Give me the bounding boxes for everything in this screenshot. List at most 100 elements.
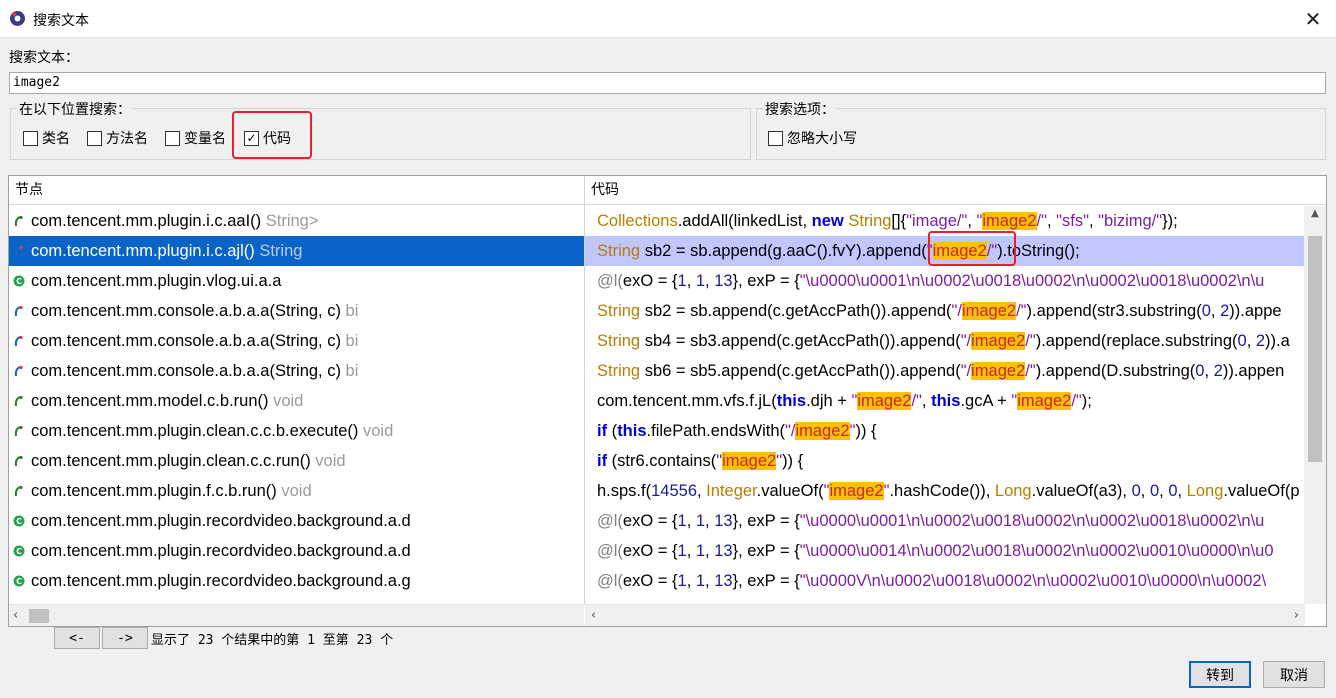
table-row[interactable]: Ccom.tencent.mm.plugin.recordvideo.backg… [9, 566, 1305, 596]
code-token: (str6.contains( [607, 452, 716, 470]
code-cell[interactable]: @l(exO = {1, 1, 13}, exP = {"\u0000V\n\u… [585, 566, 1305, 596]
code-cell[interactable]: @l(exO = {1, 1, 13}, exP = {"\u0000\u001… [585, 536, 1305, 566]
code-cell[interactable]: if (this.filePath.endsWith("/image2")) { [585, 416, 1305, 446]
horizontal-scroll-thumb[interactable] [29, 609, 49, 623]
code-token: if [597, 422, 607, 440]
table-row[interactable]: Ccom.tencent.mm.plugin.recordvideo.backg… [9, 536, 1305, 566]
vertical-scrollbar[interactable]: ▲ [1304, 206, 1326, 604]
code-token: String [597, 332, 640, 350]
scroll-left-icon[interactable]: ‹ [591, 608, 596, 623]
code-token: .valueOf(p [1223, 482, 1299, 500]
column-header-code[interactable]: 代码 [585, 176, 1327, 205]
code-token: , [687, 542, 696, 560]
node-cell[interactable]: com.tencent.mm.model.c.b.run() void [9, 386, 584, 416]
table-row[interactable]: com.tencent.mm.plugin.clean.c.c.run() vo… [9, 446, 1305, 476]
vertical-scroll-thumb[interactable] [1308, 236, 1322, 462]
checkbox-method-name[interactable]: 方法名 [87, 129, 148, 147]
node-cell[interactable]: com.tencent.mm.plugin.f.c.b.run() void [9, 476, 584, 506]
table-row[interactable]: com.tencent.mm.plugin.i.c.ajl() String St… [9, 236, 1305, 266]
table-row[interactable]: Ccom.tencent.mm.plugin.vlog.ui.a.a @l(exO… [9, 266, 1305, 296]
table-row[interactable]: com.tencent.mm.console.a.b.a.a(String, c… [9, 326, 1305, 356]
app-logo-icon [9, 10, 26, 27]
horizontal-scrollbar-code[interactable]: ‹ › [585, 604, 1305, 626]
search-input[interactable]: image2 [9, 72, 1326, 94]
checkbox-box[interactable] [165, 131, 180, 146]
table-row[interactable]: com.tencent.mm.plugin.i.c.aaI() String> C… [9, 206, 1305, 236]
code-token: Long [995, 482, 1032, 500]
code-token: 1 [696, 272, 705, 290]
code-cell[interactable]: @l(exO = {1, 1, 13}, exP = {"\u0000\u00… [585, 266, 1305, 296]
table-row[interactable]: com.tencent.mm.plugin.clean.c.c.b.execut… [9, 416, 1305, 446]
table-row[interactable]: com.tencent.mm.plugin.f.c.b.run() void h.… [9, 476, 1305, 506]
next-page-button[interactable]: -> [102, 627, 148, 649]
search-match: image2 [1017, 392, 1071, 410]
code-token: "/ [961, 332, 971, 350]
code-token: .filePath.endsWith( [647, 422, 785, 440]
code-cell[interactable]: h.sps.f(14556, Integer.valueOf("image2".… [585, 476, 1305, 506]
cancel-button[interactable]: 取消 [1263, 661, 1325, 688]
code-token: , [1247, 332, 1256, 350]
class-icon: C [13, 267, 25, 279]
goto-button[interactable]: 转到 [1189, 661, 1251, 688]
code-token: , [687, 512, 696, 530]
code-cell[interactable]: Collections.addAll(linkedList, new Strin… [585, 206, 1305, 236]
code-cell[interactable]: String sb2 = sb.append(c.getAccPath()).a… [585, 296, 1305, 326]
code-token: /" [1037, 212, 1047, 230]
code-cell[interactable]: if (str6.contains("image2")) { [585, 446, 1305, 476]
node-cell[interactable]: Ccom.tencent.mm.plugin.vlog.ui.a.a [9, 266, 584, 296]
code-token: 0 [1202, 302, 1211, 320]
node-cell[interactable]: com.tencent.mm.console.a.b.a.a(String, c… [9, 296, 584, 326]
code-cell[interactable]: com.tencent.mm.vfs.f.jL(this.djh + "imag… [585, 386, 1305, 416]
code-token: , [687, 272, 696, 290]
node-cell[interactable]: com.tencent.mm.plugin.i.c.ajl() String [9, 236, 584, 266]
code-cell[interactable]: String sb6 = sb5.append(c.getAccPath()).… [585, 356, 1305, 386]
checkbox-box[interactable] [23, 131, 38, 146]
node-cell[interactable]: com.tencent.mm.plugin.i.c.aaI() String> [9, 206, 584, 236]
checkbox-box[interactable]: ✓ [244, 131, 259, 146]
node-cell[interactable]: Ccom.tencent.mm.plugin.recordvideo.backg… [9, 506, 584, 536]
checkbox-ignore-case[interactable]: 忽略大小写 [768, 129, 857, 147]
code-token: "\u0000\u0014\n\u0002\u0018\u0002\n\u000… [800, 542, 1274, 560]
checkbox-label: 方法名 [106, 128, 148, 148]
node-cell[interactable]: Ccom.tencent.mm.plugin.recordvideo.backg… [9, 536, 584, 566]
close-button[interactable]: ✕ [1290, 0, 1336, 38]
checkbox-class-name[interactable]: 类名 [23, 129, 70, 147]
table-row[interactable]: com.tencent.mm.console.a.b.a.a(String, c… [9, 356, 1305, 386]
code-token: .valueOf(a3), [1032, 482, 1132, 500]
code-token: }, exP = { [733, 512, 800, 530]
code-token: 0 [1150, 482, 1159, 500]
horizontal-scrollbar-node[interactable]: ‹ [9, 604, 584, 626]
node-cell[interactable]: com.tencent.mm.plugin.clean.c.c.b.execut… [9, 416, 584, 446]
table-row[interactable]: com.tencent.mm.console.a.b.a.a(String, c… [9, 296, 1305, 326]
close-icon[interactable]: ✕ [1305, 7, 1322, 31]
table-row[interactable]: com.tencent.mm.model.c.b.run() void com.t… [9, 386, 1305, 416]
scroll-left-icon[interactable]: ‹ [13, 608, 18, 623]
code-token: 2 [1214, 362, 1223, 380]
node-cell[interactable]: com.tencent.mm.plugin.clean.c.c.run() vo… [9, 446, 584, 476]
code-token: , [705, 512, 714, 530]
code-token: @l( [597, 572, 623, 590]
code-token: ).append(str3.substring( [1027, 302, 1202, 320]
checkbox-box[interactable] [87, 131, 102, 146]
scroll-up-icon[interactable]: ▲ [1304, 208, 1326, 222]
code-cell[interactable]: String sb2 = sb.append(g.aaC().fvY).appe… [585, 236, 1305, 266]
code-token: exO = { [623, 272, 678, 290]
checkbox-variable-name[interactable]: 变量名 [165, 129, 226, 147]
code-token: .djh + [806, 392, 851, 410]
node-cell[interactable]: com.tencent.mm.console.a.b.a.a(String, c… [9, 326, 584, 356]
checkbox-code[interactable]: ✓ 代码 [244, 129, 291, 147]
column-header-node[interactable]: 节点 [9, 176, 584, 205]
code-token: /" [1016, 302, 1026, 320]
scroll-right-icon[interactable]: › [1294, 608, 1299, 623]
code-token: , [1159, 482, 1168, 500]
table-row[interactable]: Ccom.tencent.mm.plugin.recordvideo.backg… [9, 506, 1305, 536]
code-cell[interactable]: @l(exO = {1, 1, 13}, exP = {"\u0000\u00… [585, 506, 1305, 536]
code-token: .valueOf( [757, 482, 824, 500]
node-cell[interactable]: Ccom.tencent.mm.plugin.recordvideo.backg… [9, 566, 584, 596]
node-cell[interactable]: com.tencent.mm.console.a.b.a.a(String, c… [9, 356, 584, 386]
code-cell[interactable]: String sb4 = sb3.append(c.getAccPath()).… [585, 326, 1305, 356]
node-name: com.tencent.mm.console.a.b.a.a(String, c… [31, 332, 341, 350]
checkbox-box[interactable] [768, 131, 783, 146]
search-location-group: 在以下位置搜索： 类名 方法名 变量名 ✓ 代码 [10, 108, 751, 160]
prev-page-button[interactable]: <- [54, 627, 100, 649]
